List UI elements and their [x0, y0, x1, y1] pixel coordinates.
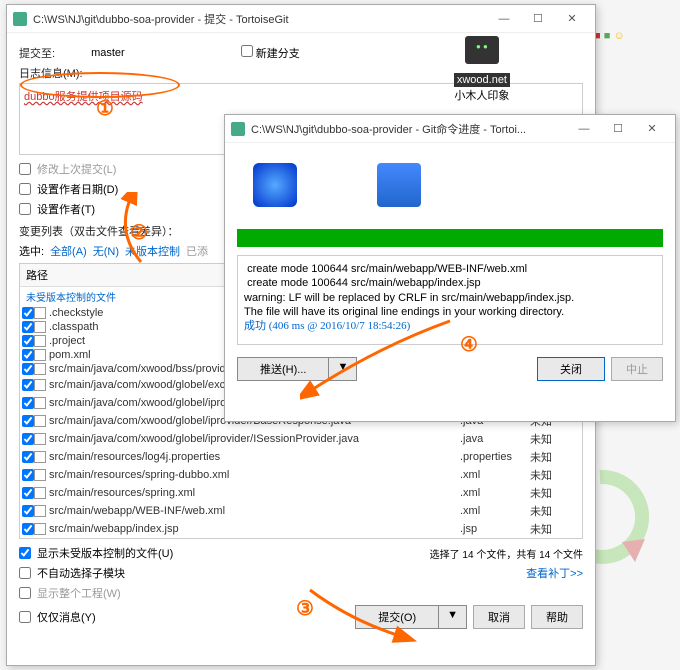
file-icon: [34, 523, 46, 535]
author-check[interactable]: [19, 203, 31, 215]
file-icon: [34, 335, 46, 347]
file-check[interactable]: [22, 415, 34, 427]
check-unversioned[interactable]: 未版本控制: [125, 243, 180, 259]
close-button[interactable]: ✕: [635, 118, 669, 140]
folder-icon: [377, 163, 421, 207]
file-check[interactable]: [22, 335, 34, 347]
file-icon: [34, 469, 46, 481]
table-row[interactable]: src/main/webapp/WEB-INF/web.xml.xml未知: [20, 502, 582, 520]
file-check[interactable]: [22, 433, 34, 445]
bg-toolbar: ■ ■ ☺: [590, 26, 680, 76]
table-row[interactable]: src/main/resources/spring.xml.xml未知: [20, 484, 582, 502]
view-patch-link[interactable]: 查看补丁>>: [526, 565, 583, 581]
progress-bar: [237, 229, 663, 247]
file-check[interactable]: [22, 363, 34, 375]
push-button[interactable]: 推送(H)...▼: [237, 357, 357, 381]
commit-to-label: 提交至:: [19, 45, 55, 61]
help-button[interactable]: 帮助: [531, 605, 583, 629]
check-none[interactable]: 无(N): [93, 243, 119, 259]
prog-title: C:\WS\NJ\git\dubbo-soa-provider - Git命令进…: [251, 121, 567, 137]
titlebar[interactable]: C:\WS\NJ\git\dubbo-soa-provider - 提交 - T…: [7, 5, 595, 33]
progress-window: C:\WS\NJ\git\dubbo-soa-provider - Git命令进…: [224, 114, 676, 422]
file-icon: [34, 433, 46, 445]
table-row[interactable]: src/main/resources/spring-dubbo.xml.xml未…: [20, 466, 582, 484]
file-icon: [34, 379, 46, 391]
table-row[interactable]: src/main/java/com/xwood/globel/iprovider…: [20, 430, 582, 448]
file-icon: [34, 307, 46, 319]
file-check[interactable]: [22, 451, 34, 463]
file-icon: [34, 321, 46, 333]
file-check[interactable]: [22, 397, 34, 409]
file-check[interactable]: [22, 469, 34, 481]
file-icon: [34, 505, 46, 517]
show-whole-check[interactable]: [19, 587, 31, 599]
minimize-button[interactable]: —: [567, 118, 601, 140]
globe-icon: [253, 163, 297, 207]
only-msg-check[interactable]: [19, 611, 31, 623]
check-all[interactable]: 全部(A): [50, 243, 87, 259]
file-check[interactable]: [22, 307, 34, 319]
prog-titlebar[interactable]: C:\WS\NJ\git\dubbo-soa-provider - Git命令进…: [225, 115, 675, 143]
minimize-button[interactable]: —: [487, 8, 521, 30]
file-check[interactable]: [22, 505, 34, 517]
branch-name: master: [91, 47, 125, 59]
file-icon: [34, 363, 46, 375]
table-row[interactable]: src/main/resources/log4j.properties.prop…: [20, 448, 582, 466]
app-icon: [231, 122, 245, 136]
maximize-button[interactable]: ☐: [521, 8, 555, 30]
close-dialog-button[interactable]: 关闭: [537, 357, 605, 381]
brand-logo: ● ● xwood.net 小木人印象: [454, 36, 510, 103]
file-icon: [34, 397, 46, 409]
log-output[interactable]: create mode 100644 src/main/webapp/WEB-I…: [237, 255, 663, 345]
author-date-check[interactable]: [19, 183, 31, 195]
success-status: 成功 (406 ms @ 2016/10/7 18:54:26): [244, 320, 410, 332]
close-button[interactable]: ✕: [555, 8, 589, 30]
commit-button[interactable]: 提交(O)▼: [355, 605, 467, 629]
show-unversioned-check[interactable]: [19, 547, 31, 559]
file-check[interactable]: [22, 321, 34, 333]
file-check[interactable]: [22, 487, 34, 499]
cancel-button[interactable]: 取消: [473, 605, 525, 629]
no-autoselect-check[interactable]: [19, 567, 31, 579]
new-branch-check[interactable]: [241, 45, 253, 57]
file-icon: [34, 487, 46, 499]
table-row[interactable]: src/main/webapp/index.jsp.jsp未知: [20, 520, 582, 538]
file-check[interactable]: [22, 379, 34, 391]
abort-button[interactable]: 中止: [611, 357, 663, 381]
commit-message-text: dubbo服务提供项目源码: [24, 91, 143, 103]
selection-info: 选择了 14 个文件，共有 14 个文件: [430, 546, 583, 561]
file-icon: [34, 349, 46, 361]
modify-last-check[interactable]: [19, 163, 31, 175]
app-icon: [13, 12, 27, 26]
file-icon: [34, 415, 46, 427]
file-check[interactable]: [22, 523, 34, 535]
file-icon: [34, 451, 46, 463]
window-title: C:\WS\NJ\git\dubbo-soa-provider - 提交 - T…: [33, 11, 487, 27]
file-check[interactable]: [22, 349, 34, 361]
maximize-button[interactable]: ☐: [601, 118, 635, 140]
